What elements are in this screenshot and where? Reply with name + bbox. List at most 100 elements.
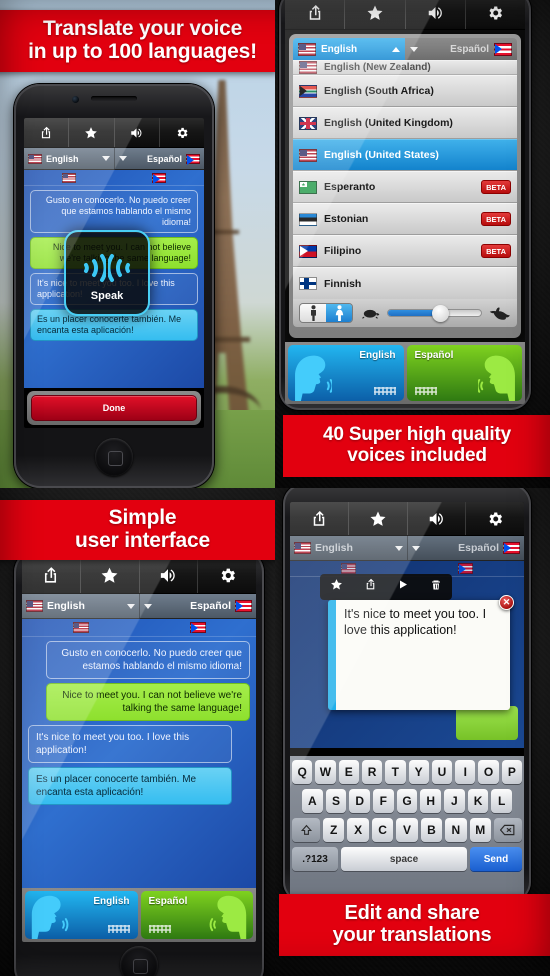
share-button[interactable]: [22, 558, 81, 593]
speech-speed-slider[interactable]: [387, 305, 482, 322]
close-icon[interactable]: ✕: [499, 595, 514, 610]
chat-bubble[interactable]: It's nice to meet you too. I love this a…: [28, 725, 232, 763]
done-button[interactable]: Done: [31, 395, 197, 421]
slider-knob[interactable]: [431, 305, 449, 322]
language-list-item[interactable]: Estonian BETA: [293, 203, 517, 235]
send-key[interactable]: Send: [470, 847, 522, 871]
target-language-selector[interactable]: Español: [115, 148, 205, 169]
app-toolbar: [285, 0, 525, 30]
source-language-selector[interactable]: English: [290, 536, 408, 560]
language-list-item[interactable]: English (South Africa): [293, 75, 517, 107]
speak-english-button[interactable]: English: [25, 891, 138, 939]
favorites-button[interactable]: [345, 0, 406, 29]
chat-bubble[interactable]: Es un placer conocerte también. Me encan…: [28, 767, 232, 805]
key-y[interactable]: Y: [408, 760, 429, 784]
key-m[interactable]: M: [469, 818, 491, 842]
key-f[interactable]: F: [373, 789, 394, 813]
share-button[interactable]: [24, 118, 70, 147]
share-button[interactable]: [285, 0, 346, 29]
chat-bubble[interactable]: Gusto en conocerlo. No puedo creer que e…: [30, 190, 198, 233]
language-selector-bar[interactable]: English Español: [24, 148, 204, 170]
key-w[interactable]: W: [315, 760, 336, 784]
key-t[interactable]: T: [385, 760, 406, 784]
language-selector-bar[interactable]: English Español: [290, 536, 524, 561]
key-d[interactable]: D: [349, 789, 370, 813]
speak-spanish-button[interactable]: Español: [140, 891, 253, 939]
speaker-button[interactable]: [140, 558, 199, 593]
source-language-tab[interactable]: English: [293, 38, 405, 60]
language-list-item[interactable]: English (New Zealand): [293, 60, 517, 75]
female-voice-option[interactable]: [326, 304, 352, 322]
key-n[interactable]: N: [445, 818, 467, 842]
share-button[interactable]: [290, 502, 349, 535]
favorites-button[interactable]: [349, 502, 408, 535]
play-action-button[interactable]: [397, 578, 409, 596]
settings-gear-button[interactable]: [160, 118, 204, 147]
shift-icon[interactable]: [292, 818, 321, 842]
language-list-item[interactable]: English (United Kingdom): [293, 107, 517, 139]
settings-gear-button[interactable]: [466, 0, 525, 29]
speak-modal[interactable]: Speak: [64, 230, 150, 316]
key-j[interactable]: J: [444, 789, 465, 813]
us-flag-icon: [62, 172, 76, 183]
key-c[interactable]: C: [371, 818, 394, 842]
key-l[interactable]: L: [491, 789, 513, 813]
key-i[interactable]: I: [455, 760, 476, 784]
source-language-selector[interactable]: English: [22, 594, 140, 618]
language-list-item[interactable]: Filipino BETA: [293, 235, 517, 267]
language-list[interactable]: English (New Zealand) English (South Afr…: [293, 60, 517, 299]
key-s[interactable]: S: [325, 789, 347, 813]
favorites-button[interactable]: [69, 118, 115, 147]
key-h[interactable]: H: [420, 789, 442, 813]
chat-bubble[interactable]: Nice to meet you. I can not believe we'r…: [46, 683, 250, 721]
share-action-button[interactable]: [364, 578, 377, 596]
chevron-down-icon: [394, 545, 403, 551]
key-g[interactable]: G: [396, 789, 418, 813]
key-e[interactable]: E: [338, 760, 359, 784]
numbers-key[interactable]: .?123: [292, 847, 338, 871]
key-u[interactable]: U: [431, 760, 453, 784]
source-language-selector[interactable]: English: [24, 148, 115, 169]
speak-english-button[interactable]: English: [288, 345, 404, 401]
language-list-item[interactable]: Finnish: [293, 267, 517, 299]
key-q[interactable]: Q: [292, 760, 313, 784]
home-button[interactable]: [120, 946, 158, 976]
delete-action-button[interactable]: [430, 578, 442, 596]
speaker-button[interactable]: [408, 502, 467, 535]
speaker-button[interactable]: [406, 0, 466, 29]
ribbon-line-2: voices included: [347, 445, 487, 466]
target-language-selector[interactable]: Español: [140, 594, 257, 618]
speak-buttons-row: English Español: [285, 342, 525, 404]
target-language-tab[interactable]: Español: [405, 38, 517, 60]
male-voice-option[interactable]: [300, 304, 326, 322]
speaker-button[interactable]: [115, 118, 160, 147]
key-p[interactable]: P: [501, 760, 522, 784]
key-x[interactable]: X: [347, 818, 369, 842]
settings-gear-button[interactable]: [198, 558, 256, 593]
edit-text-card[interactable]: It's nice to meet you too. I love this a…: [328, 600, 510, 710]
voice-gender-toggle[interactable]: [299, 303, 353, 323]
key-v[interactable]: V: [396, 818, 418, 842]
key-a[interactable]: A: [301, 789, 323, 813]
speak-spanish-button[interactable]: Español: [406, 345, 522, 401]
home-button[interactable]: [95, 438, 133, 476]
backspace-icon[interactable]: [493, 818, 522, 842]
language-list-item-selected[interactable]: English (United States): [293, 139, 517, 171]
chat-bubble[interactable]: Gusto en conocerlo. No puedo creer que e…: [46, 641, 250, 679]
puerto-rico-flag-icon: [503, 542, 520, 554]
target-language-selector[interactable]: Español: [408, 536, 525, 560]
language-list-item[interactable]: Esperanto BETA: [293, 171, 517, 203]
key-b[interactable]: B: [420, 818, 443, 842]
puerto-rico-flag-icon: [186, 153, 200, 165]
key-k[interactable]: K: [467, 789, 489, 813]
settings-gear-button[interactable]: [466, 502, 524, 535]
favorite-action-button[interactable]: [330, 578, 343, 596]
key-r[interactable]: R: [361, 760, 383, 784]
favorites-button[interactable]: [81, 558, 140, 593]
language-selector-bar[interactable]: English Español: [22, 594, 256, 619]
space-key[interactable]: space: [341, 847, 467, 871]
puerto-rico-flag-icon: [152, 172, 166, 184]
key-z[interactable]: Z: [323, 818, 345, 842]
source-language-label: English: [315, 542, 353, 554]
key-o[interactable]: O: [478, 760, 499, 784]
